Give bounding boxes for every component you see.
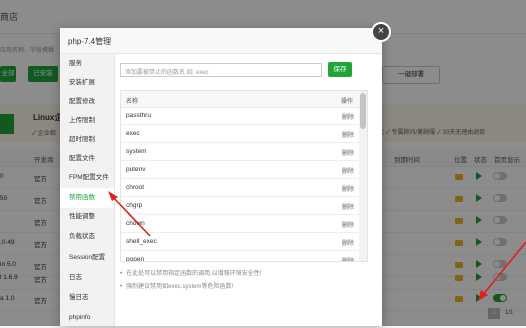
function-name: chown [126,220,145,227]
table-row: chgrp 删除 [121,197,359,215]
php-manage-dialog: php-7.4管理 × 服务 安装扩展 配置修改 上传限制 超时限制 配置文件 … [60,22,391,326]
function-name: system [126,148,147,155]
tip-text: 在此处可以禁用指定函数的调用,以增强环境安全性! [120,268,261,277]
col-name: 名称 [126,99,139,105]
table-row: shell_exec 删除 [121,233,359,251]
col-action: 操作 [341,99,354,105]
sidebar-item-phpinfo[interactable]: phpinfo [60,308,114,328]
sidebar-item-upload-limit[interactable]: 上传限制 [60,111,114,131]
sidebar-item-disabled-functions[interactable]: 禁用函数 [60,188,114,208]
table-row: passthru 删除 [121,107,359,125]
delete-link[interactable]: 删除 [342,166,354,175]
table-row: popen 删除 [121,251,359,262]
function-name: passthru [126,112,151,119]
function-name: putenv [126,166,146,173]
sidebar-item-session[interactable]: Session配置 [60,248,114,268]
delete-link[interactable]: 删除 [342,202,354,211]
delete-link[interactable]: 删除 [342,238,354,247]
scrollbar-thumb[interactable] [360,93,366,129]
table-row: chown 删除 [121,215,359,233]
sidebar-item-log[interactable]: 日志 [60,268,114,288]
table-row: chroot 删除 [121,179,359,197]
function-name: popen [126,256,145,262]
tip-text: 强烈建议禁用如exec,system等危险函数! [120,281,233,290]
sidebar-item-slow-log[interactable]: 慢日志 [60,288,114,308]
sidebar-item-service[interactable]: 服务 [60,54,114,74]
sidebar-item-config-file[interactable]: 配置文件 [60,149,114,169]
function-name: chgrp [126,202,143,209]
table-row: exec 删除 [121,125,359,143]
sidebar-item-config-edit[interactable]: 配置修改 [60,92,114,112]
sidebar-item-performance[interactable]: 性能调整 [60,207,114,227]
sidebar-item-timeout-limit[interactable]: 超时限制 [60,130,114,150]
function-name-input[interactable]: 添加要被禁止的函数名,如: exec [120,63,322,77]
save-button[interactable]: 保存 [328,62,352,77]
sidebar-item-install-ext[interactable]: 安装扩展 [60,73,114,93]
disabled-functions-table: 名称 操作 passthru 删除 exec 删除 system 删除 pute… [120,90,368,262]
dialog-sidebar: 服务 安装扩展 配置修改 上传限制 超时限制 配置文件 FPM配置文件 禁用函数… [60,54,115,326]
delete-link[interactable]: 删除 [342,184,354,193]
table-row: putenv 删除 [121,161,359,179]
table-scrollbar[interactable] [359,91,367,261]
close-icon[interactable]: × [371,22,391,42]
delete-link[interactable]: 删除 [342,148,354,157]
dialog-title-bar: php-7.4管理 [60,28,382,54]
table-header: 名称 操作 [121,91,359,108]
delete-link[interactable]: 删除 [342,130,354,139]
delete-link[interactable]: 删除 [342,256,354,261]
delete-link[interactable]: 删除 [342,112,354,121]
function-name: exec [126,130,140,137]
sidebar-item-load-status[interactable]: 负载状态 [60,227,114,247]
table-row: system 删除 [121,143,359,161]
function-name: chroot [126,184,145,191]
sidebar-item-fpm-config[interactable]: FPM配置文件 [60,168,114,188]
delete-link[interactable]: 删除 [342,220,354,229]
dialog-title: php-7.4管理 [68,37,112,46]
function-name: shell_exec [126,238,157,245]
